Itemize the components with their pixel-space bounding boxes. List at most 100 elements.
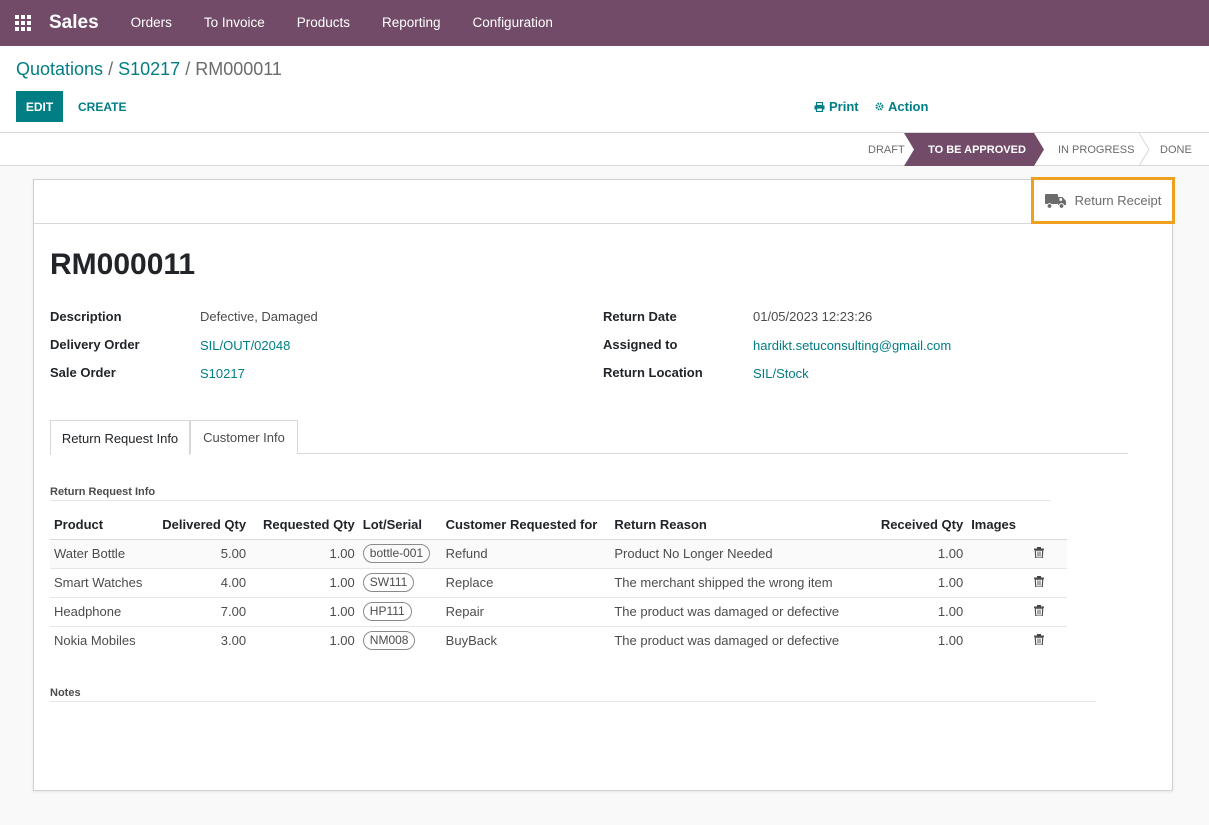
cell-lot-serial: SW111: [358, 568, 442, 598]
menu-products[interactable]: Products: [281, 0, 366, 46]
assigned-to-link[interactable]: hardikt.setuconsulting@gmail.com: [753, 338, 951, 353]
column-received-qty[interactable]: Received Qty: [843, 510, 968, 540]
action-button[interactable]: Action: [875, 91, 928, 122]
return-location-link[interactable]: SIL/Stock: [753, 366, 809, 381]
section-title-return-request-info: Return Request Info: [50, 486, 156, 498]
app-brand[interactable]: Sales: [49, 12, 99, 34]
cell-delivered-qty: 7.00: [158, 597, 251, 627]
lot-badge: HP111: [362, 602, 412, 621]
breadcrumb-sale-order[interactable]: S10217: [118, 59, 180, 79]
cell-product: Headphone: [50, 597, 159, 627]
cell-lot-serial: bottle-001: [358, 539, 442, 569]
lot-badge: bottle-001: [362, 544, 431, 563]
cell-lot-serial: HP111: [358, 597, 442, 627]
cell-customer-requested-for: Repair: [441, 597, 611, 627]
stage-done[interactable]: DONE: [1160, 133, 1192, 166]
cell-requested-qty: 1.00: [250, 597, 359, 627]
trash-icon[interactable]: [1033, 576, 1044, 588]
lot-badge: SW111: [362, 573, 415, 592]
stage-in-progress[interactable]: IN PROGRESS: [1058, 133, 1134, 166]
table-row[interactable]: Smart Watches 4.00 1.00 SW111 Replace Th…: [50, 568, 1067, 598]
edit-button[interactable]: EDIT: [16, 91, 63, 122]
cell-images: [967, 626, 1030, 655]
breadcrumb-separator: /: [108, 59, 114, 79]
cell-customer-requested-for: Refund: [441, 539, 611, 569]
column-delete: [1029, 510, 1067, 540]
cell-delete: [1029, 568, 1067, 598]
cell-return-reason: The product was damaged or defective: [614, 633, 840, 649]
print-label: Print: [829, 99, 859, 114]
tab-customer-info[interactable]: Customer Info: [190, 420, 298, 454]
column-delivered-qty[interactable]: Delivered Qty: [158, 510, 251, 540]
top-navbar: Sales Orders To Invoice Products Reporti…: [0, 0, 1209, 46]
section-title-notes: Notes: [50, 687, 81, 699]
print-icon: [814, 101, 825, 112]
cell-delivered-qty: 4.00: [158, 568, 251, 598]
cell-lot-serial: NM008: [359, 626, 442, 655]
cell-return-reason: Product No Longer Needed: [610, 539, 844, 569]
return-receipt-label: Return Receipt: [1074, 193, 1162, 208]
column-lot-serial[interactable]: Lot/Serial: [358, 510, 442, 540]
assigned-to-label: Assigned to: [603, 337, 678, 352]
sale-order-label: Sale Order: [50, 365, 116, 380]
cell-delivered-qty: 5.00: [158, 539, 251, 569]
cell-received-qty: 1.00: [937, 633, 964, 649]
trash-icon[interactable]: [1033, 605, 1044, 617]
form-sheet: Return Receipt RM000011 Description Defe…: [33, 177, 1175, 791]
smart-button-box: Return Receipt: [34, 177, 1175, 224]
record-title: RM000011: [50, 248, 196, 281]
table-row[interactable]: Water Bottle 5.00 1.00 bottle-001 Refund…: [50, 539, 1067, 569]
cell-delete: [1029, 597, 1067, 627]
column-customer-requested-for[interactable]: Customer Requested for: [441, 510, 611, 540]
menu-reporting[interactable]: Reporting: [366, 0, 457, 46]
gear-icon: [875, 102, 884, 111]
cell-return-reason: The product was damaged or defective: [610, 597, 844, 627]
cell-images: [967, 539, 1030, 569]
action-label: Action: [888, 99, 929, 114]
table-row[interactable]: Headphone 7.00 1.00 HP111 Repair The pro…: [50, 597, 1067, 627]
tab-return-request-info[interactable]: Return Request Info: [50, 420, 190, 455]
breadcrumb-separator: /: [185, 59, 191, 79]
column-requested-qty[interactable]: Requested Qty: [250, 510, 359, 540]
cell-customer-requested-for: Replace: [441, 568, 611, 598]
sale-order-link[interactable]: S10217: [200, 366, 245, 381]
apps-menu-icon[interactable]: [0, 0, 46, 46]
breadcrumb-quotations[interactable]: Quotations: [16, 59, 103, 79]
cell-customer-requested-for: BuyBack: [445, 633, 497, 649]
menu-configuration[interactable]: Configuration: [457, 0, 569, 46]
cell-product: Water Bottle: [50, 539, 159, 569]
cell-delivered-qty: 3.00: [220, 633, 247, 649]
cell-product: Smart Watches: [50, 568, 159, 598]
lot-badge: NM008: [362, 631, 416, 651]
cell-delete: [1030, 626, 1067, 655]
control-panel: Quotations / S10217 / RM000011 EDIT CREA…: [0, 46, 1209, 133]
trash-icon[interactable]: [1033, 634, 1044, 646]
table-row[interactable]: Nokia Mobiles 3.00 1.00 NM008 BuyBack Th…: [50, 626, 1067, 655]
cell-return-reason: The merchant shipped the wrong item: [610, 568, 844, 598]
cell-images: [967, 568, 1030, 598]
status-bar: DRAFT TO BE APPROVED IN PROGRESS DONE: [0, 133, 1209, 166]
cell-requested-qty: 1.00: [250, 539, 359, 569]
create-button[interactable]: CREATE: [78, 91, 126, 122]
notebook-tabs: Return Request Info Customer Info: [50, 420, 1128, 455]
cell-delete: [1029, 539, 1067, 569]
print-button[interactable]: Print: [814, 91, 859, 122]
return-lines-table: Product Delivered Qty Requested Qty Lot/…: [50, 510, 1067, 655]
column-images[interactable]: Images: [967, 510, 1030, 540]
cell-received-qty: 1.00: [843, 597, 968, 627]
cell-images: [967, 597, 1030, 627]
delivery-order-link[interactable]: SIL/OUT/02048: [200, 338, 290, 353]
column-return-reason[interactable]: Return Reason: [610, 510, 844, 540]
cell-requested-qty: 1.00: [250, 568, 359, 598]
stage-draft[interactable]: DRAFT: [868, 133, 905, 166]
column-product[interactable]: Product: [50, 510, 159, 540]
return-receipt-button[interactable]: Return Receipt: [1031, 177, 1175, 224]
description-value: Defective, Damaged: [200, 309, 318, 324]
breadcrumb: Quotations / S10217 / RM000011: [16, 59, 282, 80]
return-date-value: 01/05/2023 12:23:26: [753, 309, 873, 324]
trash-icon[interactable]: [1033, 547, 1044, 559]
stage-to-be-approved[interactable]: TO BE APPROVED: [904, 133, 1044, 166]
cell-requested-qty: 1.00: [329, 633, 355, 649]
menu-orders[interactable]: Orders: [115, 0, 188, 46]
menu-to-invoice[interactable]: To Invoice: [188, 0, 281, 46]
